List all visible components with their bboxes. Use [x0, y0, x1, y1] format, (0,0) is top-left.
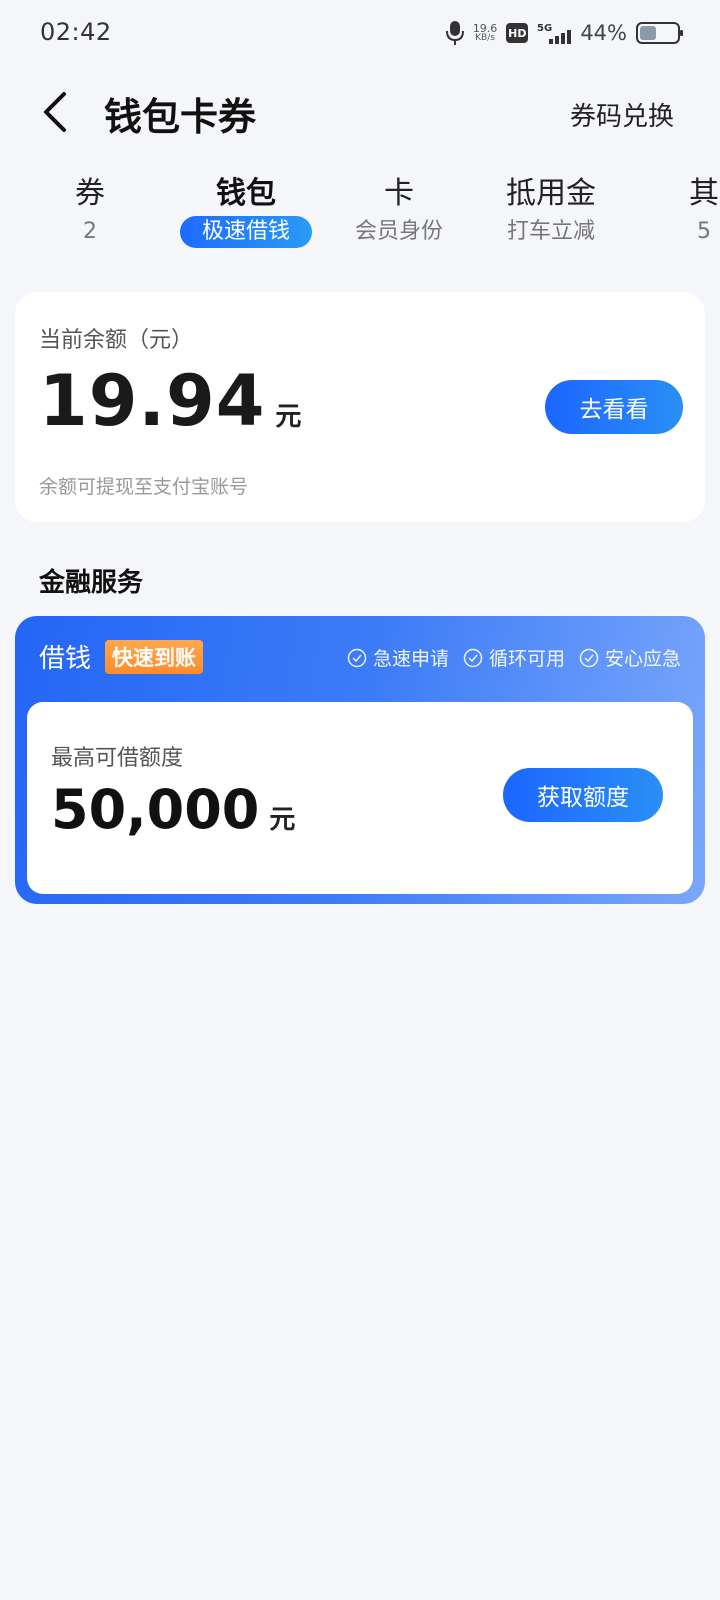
tab-title: 卡 [384, 176, 414, 211]
network-speed: 19.6 KB/s [473, 23, 498, 43]
loan-title: 借钱 [39, 644, 92, 674]
battery-icon [636, 22, 683, 44]
tab-subtitle: 会员身份 [354, 219, 443, 244]
tab-bar: 券 2 钱包 极速借钱 卡 会员身份 抵用金 打车立减 其 5 [0, 172, 720, 262]
tab-credits[interactable]: 抵用金 打车立减 [496, 172, 606, 248]
check-circle-icon [347, 648, 367, 667]
check-circle-icon [463, 648, 483, 667]
balance-amount: 19.94 元 [39, 360, 301, 442]
balance-note: 余额可提现至支付宝账号 [39, 476, 249, 498]
balance-card: 当前余额（元） 19.94 元 去看看 余额可提现至支付宝账号 [15, 292, 705, 522]
loan-limit-panel: 最高可借额度 50,000 元 获取额度 [27, 702, 693, 894]
status-icons: 19.6 KB/s HD 5G 44% [445, 18, 683, 48]
status-time: 02:42 [40, 18, 112, 46]
tab-subtitle: 5 [697, 219, 711, 244]
feature-item: 循环可用 [463, 644, 565, 671]
limit-label: 最高可借额度 [51, 746, 184, 771]
tab-coupons[interactable]: 券 2 [62, 172, 118, 248]
feature-label: 循环可用 [488, 648, 565, 670]
feature-label: 安心应急 [604, 648, 681, 670]
balance-value: 19.94 [39, 360, 266, 442]
redeem-code-link[interactable]: 券码兑换 [570, 96, 674, 133]
hd-icon: HD [506, 23, 529, 43]
feature-item: 安心应急 [579, 644, 681, 671]
signal-icon: 5G [537, 23, 572, 44]
tab-wallet[interactable]: 钱包 极速借钱 [176, 172, 316, 248]
section-title: 金融服务 [39, 568, 144, 598]
tab-subtitle: 极速借钱 [179, 216, 312, 248]
tab-subtitle: 2 [83, 219, 97, 244]
limit-value: 50,000 [51, 778, 260, 841]
tab-title: 其 [689, 176, 719, 211]
battery-fill [640, 26, 656, 40]
tab-cards[interactable]: 卡 会员身份 [344, 172, 454, 248]
microphone-icon [445, 21, 464, 45]
check-circle-icon [579, 648, 599, 667]
loan-card[interactable]: 借钱 快速到账 急速申请 循环可用 安心应急 最高可借额度 50,000 元 获… [15, 616, 705, 904]
status-bar: 02:42 19.6 KB/s HD 5G 44% [0, 0, 720, 68]
network-speed-unit: KB/s [475, 33, 495, 43]
limit-unit: 元 [269, 805, 296, 835]
feature-label: 急速申请 [372, 648, 449, 670]
limit-amount: 50,000 元 [51, 778, 295, 841]
tab-others[interactable]: 其 5 [676, 172, 720, 248]
loan-features: 急速申请 循环可用 安心应急 [347, 644, 681, 671]
get-limit-button[interactable]: 获取额度 [503, 768, 663, 822]
tab-title: 券 [75, 176, 105, 211]
feature-item: 急速申请 [347, 644, 449, 671]
balance-unit: 元 [275, 402, 302, 432]
tab-title: 钱包 [216, 176, 276, 211]
fast-arrival-badge: 快速到账 [105, 640, 203, 674]
balance-label: 当前余额（元） [39, 328, 194, 353]
page-title: 钱包卡券 [104, 95, 257, 139]
header: 钱包卡券 券码兑换 [0, 72, 720, 152]
network-type-label: 5G [537, 23, 552, 34]
view-balance-button[interactable]: 去看看 [545, 380, 683, 434]
tab-title: 抵用金 [506, 176, 596, 211]
battery-percent: 44% [580, 21, 627, 45]
tab-subtitle: 打车立减 [506, 219, 595, 244]
chevron-left-icon[interactable] [36, 88, 76, 136]
